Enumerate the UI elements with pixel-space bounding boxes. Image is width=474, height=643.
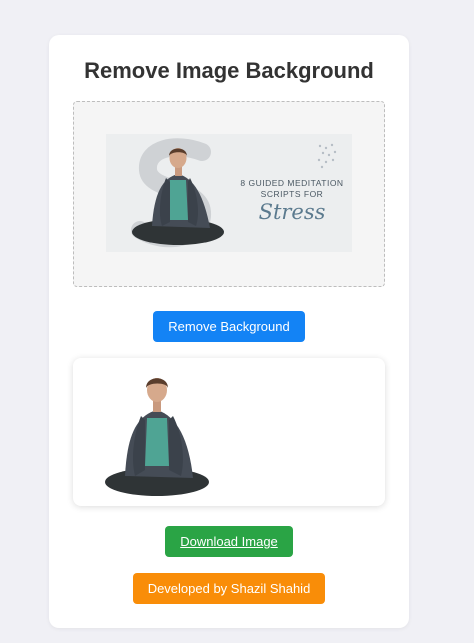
remove-background-button[interactable]: Remove Background <box>153 311 305 342</box>
preview-script-text: Stress <box>258 200 326 224</box>
preview-heading-text: 8 GUIDED MEDITATION SCRIPTS FOR <box>240 178 344 199</box>
page-title: Remove Image Background <box>84 58 374 83</box>
result-image <box>105 378 209 496</box>
developer-credit-button[interactable]: Developed by Shazil Shahid <box>133 573 325 604</box>
result-image-container <box>73 358 385 506</box>
uploaded-image-preview: 8 GUIDED MEDITATION SCRIPTS FOR Stress <box>106 134 352 252</box>
download-image-button[interactable]: Download Image <box>165 526 293 557</box>
main-card: Remove Image Background 8 GUIDED MEDITAT… <box>49 35 409 628</box>
upload-dropzone[interactable]: 8 GUIDED MEDITATION SCRIPTS FOR Stress <box>73 101 385 287</box>
